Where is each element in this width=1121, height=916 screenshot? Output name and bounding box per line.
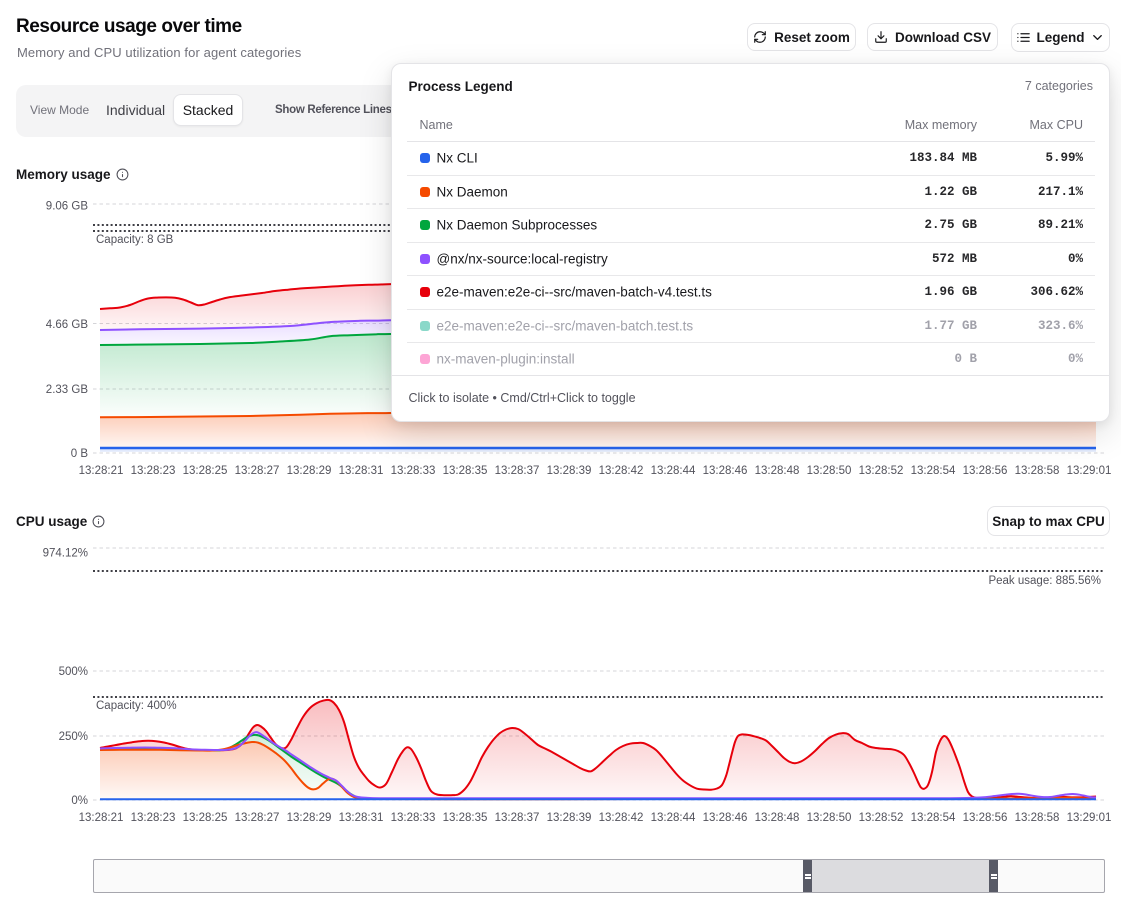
svg-text:13:28:48: 13:28:48 (755, 465, 800, 477)
svg-text:Capacity: 400%: Capacity: 400% (96, 700, 177, 712)
svg-text:13:28:23: 13:28:23 (131, 465, 176, 477)
svg-text:13:28:44: 13:28:44 (651, 812, 696, 824)
svg-text:13:28:31: 13:28:31 (339, 465, 384, 477)
svg-text:13:28:31: 13:28:31 (339, 812, 384, 824)
svg-text:13:28:23: 13:28:23 (131, 812, 176, 824)
svg-text:2.33 GB: 2.33 GB (46, 384, 89, 396)
svg-text:4.66 GB: 4.66 GB (46, 319, 89, 331)
svg-text:13:28:39: 13:28:39 (547, 465, 592, 477)
svg-text:13:28:56: 13:28:56 (963, 465, 1008, 477)
svg-text:13:28:46: 13:28:46 (703, 812, 748, 824)
svg-text:Peak usage: 885.56%: Peak usage: 885.56% (988, 575, 1101, 587)
svg-text:13:28:58: 13:28:58 (1015, 812, 1060, 824)
svg-text:13:28:21: 13:28:21 (79, 812, 124, 824)
svg-text:13:28:39: 13:28:39 (547, 812, 592, 824)
svg-text:13:28:29: 13:28:29 (287, 812, 332, 824)
svg-text:13:28:25: 13:28:25 (183, 465, 228, 477)
svg-text:13:28:56: 13:28:56 (963, 812, 1008, 824)
svg-text:13:28:48: 13:28:48 (755, 812, 800, 824)
svg-text:13:28:25: 13:28:25 (183, 812, 228, 824)
svg-text:13:28:33: 13:28:33 (391, 465, 436, 477)
svg-text:13:28:52: 13:28:52 (859, 465, 904, 477)
svg-text:13:29:01: 13:29:01 (1067, 465, 1112, 477)
svg-text:13:28:37: 13:28:37 (495, 812, 540, 824)
svg-text:13:28:27: 13:28:27 (235, 465, 280, 477)
svg-text:0 B: 0 B (71, 448, 89, 460)
svg-text:13:28:44: 13:28:44 (651, 465, 696, 477)
svg-text:13:28:42: 13:28:42 (599, 465, 644, 477)
svg-text:13:28:35: 13:28:35 (443, 812, 488, 824)
svg-text:250%: 250% (59, 731, 88, 743)
svg-text:13:28:54: 13:28:54 (911, 812, 956, 824)
svg-text:13:28:54: 13:28:54 (911, 465, 956, 477)
svg-text:13:28:58: 13:28:58 (1015, 465, 1060, 477)
svg-text:9.06 GB: 9.06 GB (46, 201, 89, 213)
svg-text:500%: 500% (59, 666, 88, 678)
svg-text:13:28:29: 13:28:29 (287, 465, 332, 477)
svg-text:13:29:01: 13:29:01 (1067, 812, 1112, 824)
svg-text:13:28:50: 13:28:50 (807, 812, 852, 824)
svg-text:13:28:52: 13:28:52 (859, 812, 904, 824)
svg-text:13:28:37: 13:28:37 (495, 465, 540, 477)
svg-text:13:28:42: 13:28:42 (599, 812, 644, 824)
svg-text:974.12%: 974.12% (43, 548, 88, 560)
svg-text:0%: 0% (71, 795, 88, 807)
svg-text:13:28:35: 13:28:35 (443, 465, 488, 477)
svg-text:13:28:33: 13:28:33 (391, 812, 436, 824)
svg-text:13:28:46: 13:28:46 (703, 465, 748, 477)
svg-text:13:28:21: 13:28:21 (79, 465, 124, 477)
svg-text:13:28:27: 13:28:27 (235, 812, 280, 824)
svg-text:13:28:50: 13:28:50 (807, 465, 852, 477)
svg-text:Capacity: 8 GB: Capacity: 8 GB (96, 234, 174, 246)
